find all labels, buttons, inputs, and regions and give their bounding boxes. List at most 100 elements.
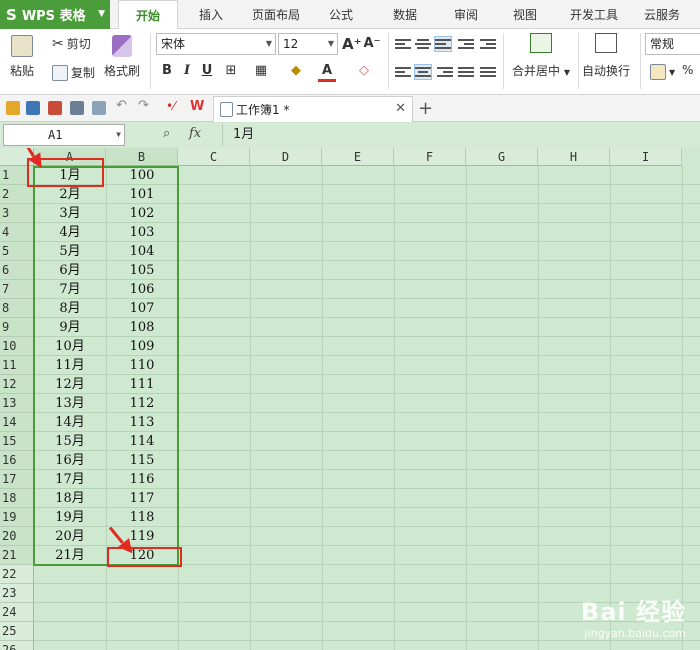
row-header[interactable]: 20	[0, 527, 34, 546]
row-header[interactable]: 5	[0, 242, 34, 261]
export-pdf-icon[interactable]	[48, 101, 62, 115]
clear-format-icon[interactable]: ◇	[355, 62, 373, 80]
justify-icon[interactable]	[458, 65, 474, 79]
borders-icon[interactable]: ⊞	[222, 62, 240, 80]
wps-home-icon[interactable]: W	[190, 99, 204, 114]
paste-icon	[11, 35, 33, 57]
number-format-select[interactable]: 常规	[645, 33, 700, 55]
insert-function-button[interactable]: fx	[189, 126, 201, 141]
menu-tab[interactable]: 开发工具	[561, 0, 627, 29]
column-header-f[interactable]: F	[394, 148, 466, 166]
row-header[interactable]: 13	[0, 394, 34, 413]
spreadsheet-grid[interactable]: A B C D E F G H I 1 2 3 4 5 6 7 8 9 10 11 12 13 14 15 16 17 18 19 20…	[0, 148, 700, 650]
column-header-d[interactable]: D	[250, 148, 322, 166]
row-header[interactable]: 18	[0, 489, 34, 508]
row-header[interactable]: 23	[0, 584, 34, 603]
column-header-g[interactable]: G	[466, 148, 538, 166]
row-header[interactable]: 4	[0, 223, 34, 242]
cut-label: 剪切	[66, 37, 91, 51]
row-header[interactable]: 9	[0, 318, 34, 337]
distributed-icon[interactable]	[480, 65, 496, 79]
row-header[interactable]: 19	[0, 508, 34, 527]
row-header[interactable]: 3	[0, 204, 34, 223]
print-icon[interactable]	[70, 101, 84, 115]
menu-tab[interactable]: 云服务	[633, 0, 691, 29]
column-header-e[interactable]: E	[322, 148, 394, 166]
indent-icon[interactable]	[480, 37, 496, 51]
row-header[interactable]: 26	[0, 641, 34, 650]
font-name-select[interactable]: 宋体 ▼	[156, 33, 276, 55]
font-grow-icon[interactable]: A⁺	[342, 35, 362, 53]
menu-tab[interactable]: 页面布局	[243, 0, 309, 29]
wrap-indent-icon[interactable]	[458, 37, 474, 51]
menu-tab[interactable]: 数据	[377, 0, 433, 29]
italic-button[interactable]: I	[178, 62, 196, 80]
row-header[interactable]: 17	[0, 470, 34, 489]
row-header[interactable]: 16	[0, 451, 34, 470]
row-header[interactable]: 15	[0, 432, 34, 451]
align-top-icon[interactable]	[395, 37, 411, 51]
format-painter-button[interactable]: 格式刷	[104, 35, 140, 79]
row-header[interactable]: 24	[0, 603, 34, 622]
open-folder-icon[interactable]	[6, 101, 20, 115]
menu-tab[interactable]: 开始	[118, 0, 178, 30]
row-header[interactable]: 6	[0, 261, 34, 280]
row-header[interactable]: 11	[0, 356, 34, 375]
row-header[interactable]: 12	[0, 375, 34, 394]
customize-qat-icon[interactable]: •⁄	[166, 99, 180, 113]
ribbon-divider	[388, 33, 389, 89]
align-bottom-icon[interactable]	[434, 36, 452, 52]
row-header[interactable]: 14	[0, 413, 34, 432]
align-right-icon[interactable]	[437, 65, 453, 79]
print-preview-icon[interactable]	[92, 101, 106, 115]
row-header[interactable]: 2	[0, 185, 34, 204]
currency-icon	[650, 64, 666, 80]
column-header-c[interactable]: C	[178, 148, 250, 166]
align-center-icon[interactable]	[414, 64, 432, 80]
fill-color-icon[interactable]: ◆	[287, 62, 305, 80]
grid-column-line	[466, 166, 467, 650]
merge-center-button[interactable]: 合并居中 ▼	[512, 33, 570, 79]
column-header-h[interactable]: H	[538, 148, 610, 166]
font-shrink-icon[interactable]: A⁻	[363, 35, 381, 53]
menu-tab[interactable]: 审阅	[442, 0, 490, 29]
formula-input[interactable]: 1月	[222, 124, 700, 146]
redo-icon[interactable]: ↷	[138, 98, 152, 113]
currency-format-button[interactable]: ▼	[650, 64, 675, 80]
fill-pattern-icon[interactable]: ▦	[252, 62, 270, 80]
row-header[interactable]: 7	[0, 280, 34, 299]
align-left-icon[interactable]	[395, 65, 411, 79]
row-header[interactable]: 21	[0, 546, 34, 565]
menu-tab[interactable]: 公式	[313, 0, 369, 29]
percent-button[interactable]: %	[682, 63, 693, 77]
bold-button[interactable]: B	[158, 62, 176, 80]
align-middle-icon[interactable]	[415, 37, 431, 51]
app-menu-button[interactable]: S WPS 表格 ▼	[0, 0, 110, 29]
grid-column-line	[394, 166, 395, 650]
underline-button[interactable]: U	[198, 62, 216, 80]
menu-tab[interactable]: 插入	[186, 0, 236, 29]
wrap-text-button[interactable]: 自动换行	[582, 33, 630, 79]
menu-tab[interactable]: 视图	[497, 0, 553, 29]
paste-button[interactable]: 粘贴	[10, 35, 34, 79]
row-header[interactable]: 8	[0, 299, 34, 318]
row-header[interactable]: 22	[0, 565, 34, 584]
row-header[interactable]: 10	[0, 337, 34, 356]
copy-button[interactable]: 复制	[52, 64, 95, 81]
cut-button[interactable]: ✂ 剪切	[52, 35, 91, 52]
watermark-brand: Bai 经验	[580, 598, 686, 626]
merge-center-label: 合并居中	[512, 64, 561, 78]
save-icon[interactable]	[26, 101, 40, 115]
new-tab-icon[interactable]: +	[418, 98, 433, 119]
document-tab[interactable]: 工作簿1 * ✕	[213, 96, 413, 122]
name-box[interactable]: A1 ▼	[3, 124, 125, 146]
undo-icon[interactable]: ↶	[116, 98, 130, 113]
row-header[interactable]: 25	[0, 622, 34, 641]
zoom-search-icon[interactable]: ⌕	[163, 126, 170, 141]
font-size-select[interactable]: 12 ▼	[278, 33, 338, 55]
ribbon-divider	[503, 33, 504, 89]
column-header-i[interactable]: I	[610, 148, 682, 166]
close-icon[interactable]: ✕	[395, 101, 406, 116]
column-header-b[interactable]: B	[106, 148, 178, 166]
font-color-icon[interactable]: A	[318, 62, 336, 82]
